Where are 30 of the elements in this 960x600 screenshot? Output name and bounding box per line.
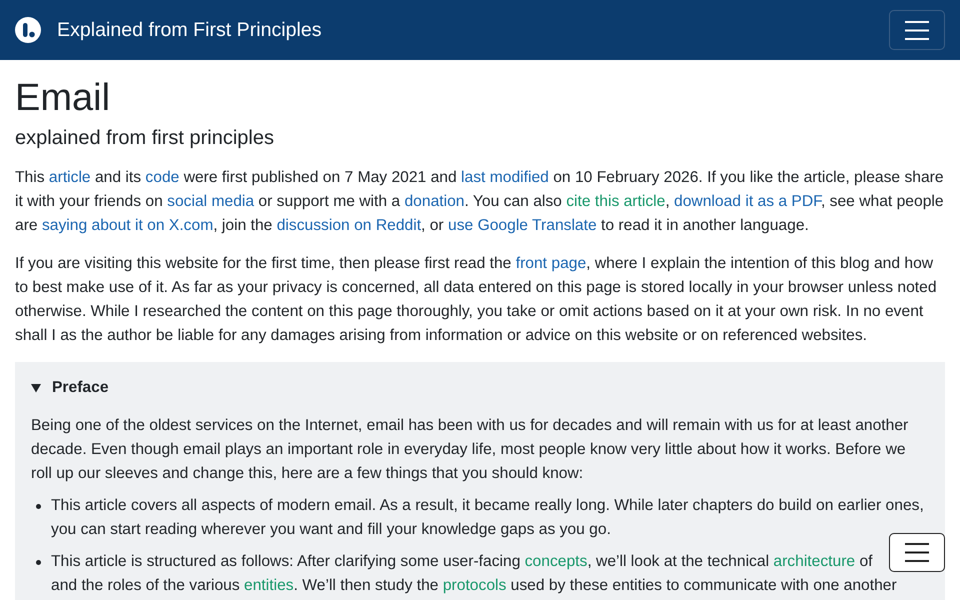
paragraph: This article and its code were first published on 7 May 2021 and last modified on 10 February 2026. If you like the article, please share it with your friends on social media or support me with a donation. You can also cite this article, download it as a PDF, see what people are saying about it on X.com, join the discussion on Reddit, or use Google Translate to read it in another language.: [15, 168, 945, 236]
menu-icon: [905, 543, 929, 562]
logo-icon: [15, 17, 41, 43]
link[interactable]: social media: [167, 193, 254, 210]
link[interactable]: concepts: [524, 553, 588, 570]
link[interactable]: protocols: [442, 577, 506, 594]
preface-toggle[interactable]: Preface: [31, 376, 109, 400]
link[interactable]: front page: [516, 255, 586, 272]
link[interactable]: discussion on Reddit: [276, 217, 422, 234]
menu-icon: [905, 20, 929, 40]
paragraph: Being one of the oldest services on the Internet, email has been with us for decades and will remain with us for at least another decade. Even though email plays an important role in everyday life, most people know very little about how it works. Before we roll up our sleeves and change this, here are a few things that you should know:: [31, 416, 910, 484]
link[interactable]: saying about it on X.com: [42, 217, 214, 234]
link[interactable]: article: [48, 169, 91, 186]
link[interactable]: cite this article: [566, 193, 666, 210]
paragraph: If you are visiting this website for the first time, then please first read the front page, where I explain the intention of this blog and how to best make use of it. As far as your privacy is concerned, all data entered on this page is stored locally in your browser unless noted otherwise. While I researched the content on this page thoroughly, you take or omit actions based on it at your own risk. In no event shall I as the author be liable for any damages arising from information or advice on this website or on referenced websites.: [15, 254, 938, 346]
link[interactable]: entities: [244, 577, 294, 594]
menu-button[interactable]: [889, 10, 945, 50]
link[interactable]: architecture: [773, 553, 856, 570]
link[interactable]: code: [145, 169, 180, 186]
site-title-link[interactable]: Explained from First Principles: [15, 16, 322, 44]
link[interactable]: last modified: [461, 169, 549, 186]
bullet-icon: [36, 504, 41, 508]
link[interactable]: download it as a PDF: [674, 193, 821, 210]
link[interactable]: use Google Translate: [448, 217, 597, 234]
bullet-icon: [36, 560, 41, 564]
link[interactable]: donation: [404, 193, 464, 210]
floating-menu-button[interactable]: [889, 533, 945, 572]
list-item-text: This article covers all aspects of modern email. As a result, it became really long. While later chapters do build on earlier ones, you can start reading wherever you want and fill your knowledge gaps as you go.: [51, 496, 925, 540]
page-subtitle: explained from first principles: [15, 126, 275, 151]
page-title: Email: [15, 76, 112, 121]
